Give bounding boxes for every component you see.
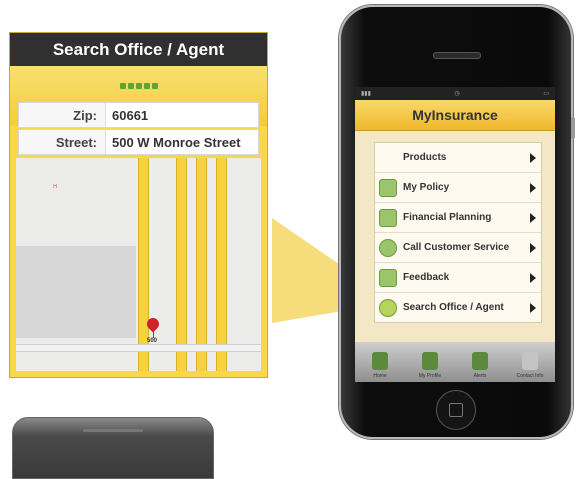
pin-label: 500 — [147, 338, 158, 344]
battery-icon: ▭ — [543, 91, 549, 97]
chevron-right-icon — [530, 242, 536, 253]
speaker-icon — [83, 429, 143, 432]
map-view[interactable]: H 500 — [16, 158, 261, 371]
menu-item-feedback[interactable]: Feedback — [375, 263, 541, 293]
tab-contact-info[interactable]: Contact Info — [505, 342, 555, 382]
menu-item-financial-planning[interactable]: Financial Planning — [375, 203, 541, 233]
iphone-device: ▮▮▮ ◷ ▭ MyInsurance Products My Policy F… — [339, 5, 575, 439]
phone-screen: ▮▮▮ ◷ ▭ MyInsurance Products My Policy F… — [355, 87, 555, 382]
home-button[interactable] — [436, 390, 476, 430]
profile-icon — [422, 352, 438, 370]
search-office-screen: Search Office / Agent Zip: 60661 Street:… — [9, 32, 268, 378]
policy-icon — [379, 178, 397, 197]
chevron-right-icon — [530, 272, 536, 283]
financial-planning-icon — [379, 208, 397, 227]
street-field[interactable]: 500 W Monroe Street — [105, 130, 258, 154]
hospital-marker-icon: H — [53, 184, 57, 190]
chevron-right-icon — [530, 212, 536, 223]
side-button — [571, 117, 575, 139]
speaker-icon — [433, 52, 481, 59]
zip-label: Zip: — [73, 107, 97, 123]
contact-info-icon — [522, 352, 538, 370]
zip-field[interactable]: 60661 — [105, 103, 258, 127]
main-menu: Products My Policy Financial Planning Ca… — [374, 142, 542, 323]
chevron-right-icon — [530, 182, 536, 193]
carrier-icon: ▮▮▮ — [361, 91, 371, 97]
menu-item-products[interactable]: Products — [375, 143, 541, 173]
chevron-right-icon — [530, 152, 536, 163]
home-icon — [372, 352, 388, 370]
app-title: MyInsurance — [355, 100, 555, 131]
status-bar: ▮▮▮ ◷ ▭ — [355, 87, 555, 100]
menu-item-search-office-agent[interactable]: Search Office / Agent — [375, 293, 541, 322]
tab-bar: Home My Profile Alerts Contact Info — [355, 342, 555, 382]
clock-icon: ◷ — [454, 91, 460, 97]
street-label: Street: — [55, 134, 97, 150]
chevron-right-icon — [530, 302, 536, 313]
search-title: Search Office / Agent — [10, 33, 267, 66]
search-office-icon — [379, 298, 397, 317]
progress-dots — [10, 76, 267, 94]
alerts-icon — [472, 352, 488, 370]
menu-item-my-policy[interactable]: My Policy — [375, 173, 541, 203]
secondary-phone-device — [12, 417, 214, 479]
tab-alerts[interactable]: Alerts — [455, 342, 505, 382]
street-field-row: Street: 500 W Monroe Street — [18, 129, 259, 155]
feedback-icon — [379, 268, 397, 287]
zip-field-row: Zip: 60661 — [18, 102, 259, 128]
tab-home[interactable]: Home — [355, 342, 405, 382]
products-icon — [379, 149, 397, 167]
tab-my-profile[interactable]: My Profile — [405, 342, 455, 382]
menu-item-call-customer-service[interactable]: Call Customer Service — [375, 233, 541, 263]
headset-icon — [379, 238, 397, 257]
